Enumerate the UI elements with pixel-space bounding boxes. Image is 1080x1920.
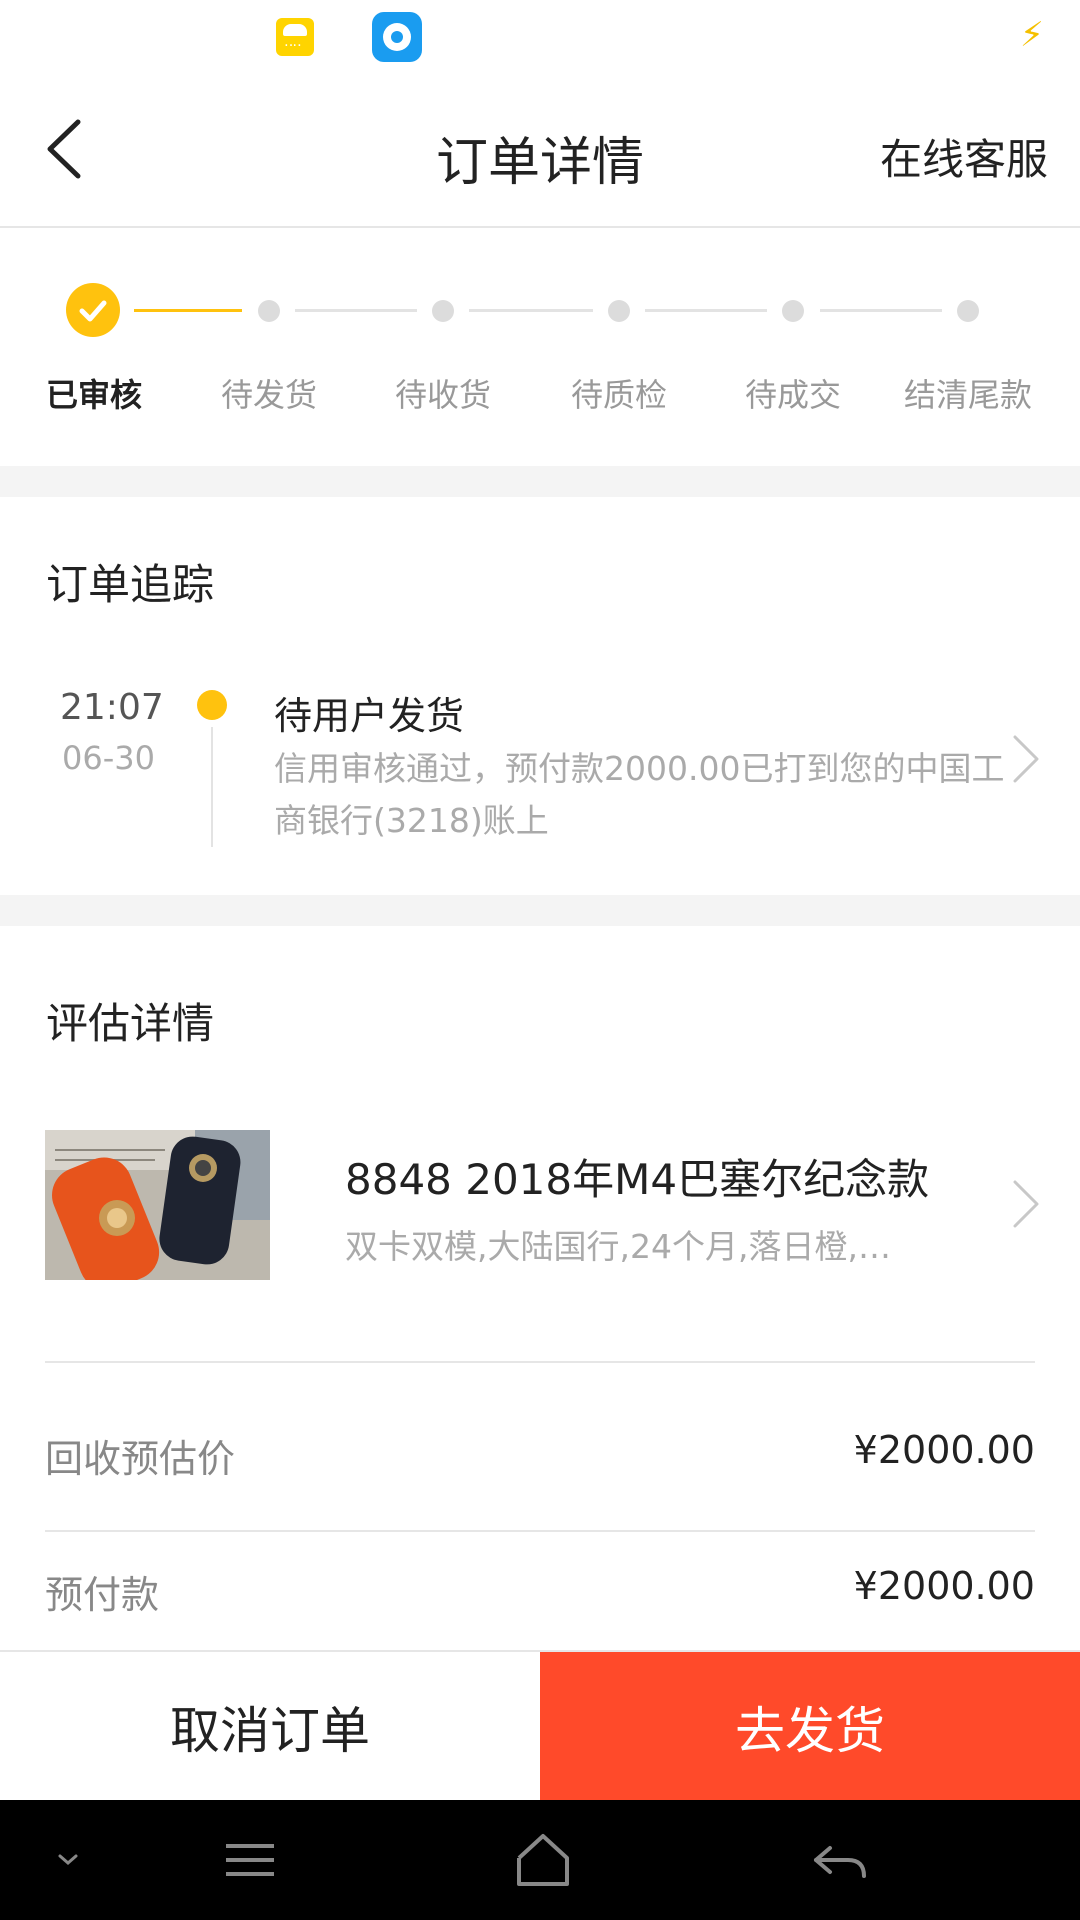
evaluation-section: 评估详情 8848 2018年M4巴塞尔纪念款 双卡双模,大陆国行,24个月,落…	[0, 926, 1080, 1650]
status-bar: ⚡	[0, 0, 1080, 74]
nav-bar: 订单详情 在线客服	[0, 74, 1080, 228]
tracking-title: 订单追踪	[46, 560, 215, 609]
chevron-right-icon[interactable]	[1005, 1174, 1045, 1234]
cancel-order-button[interactable]: 取消订单	[0, 1652, 540, 1802]
check-icon	[66, 283, 120, 337]
tracking-status: 待用户发货	[274, 694, 465, 738]
charging-icon: ⚡	[1020, 15, 1044, 55]
step-dot	[608, 300, 630, 322]
step-label-pending-receive: 待收货	[394, 376, 491, 414]
product-name: 8848 2018年M4巴塞尔纪念款	[345, 1155, 930, 1204]
step-dot	[258, 300, 280, 322]
step-label-settle: 结清尾款	[903, 376, 1032, 414]
chevron-right-icon[interactable]	[1005, 729, 1045, 789]
order-tracking-section: 订单追踪 21:07 06-30 待用户发货 信用审核通过，预付款2000.00…	[0, 497, 1080, 895]
step-label-pending-deal: 待成交	[744, 376, 841, 414]
step-label-reviewed: 已审核	[45, 376, 142, 414]
step-dot	[957, 300, 979, 322]
step-label-pending-inspect: 待质检	[570, 376, 667, 414]
tracking-date: 06-30	[62, 739, 155, 777]
step-connector	[469, 309, 593, 312]
tracking-time: 21:07	[60, 687, 164, 728]
online-service-button[interactable]: 在线客服	[880, 126, 1048, 187]
timeline-line	[211, 727, 213, 847]
prepayment-value: ¥2000.00	[853, 1564, 1035, 1608]
estimated-price-value: ¥2000.00	[853, 1428, 1035, 1472]
prepayment-label: 预付款	[45, 1573, 160, 1617]
step-connector	[645, 309, 767, 312]
estimated-price-label: 回收预估价	[45, 1437, 236, 1481]
ship-button[interactable]: 去发货	[540, 1652, 1080, 1802]
product-spec: 双卡双模,大陆国行,24个月,落日橙,…	[345, 1227, 891, 1266]
step-dot	[782, 300, 804, 322]
app-notification-icon	[372, 12, 422, 62]
step-dot	[432, 300, 454, 322]
order-progress: 已审核 待发货 待收货 待质检 待成交 结清尾款	[0, 228, 1080, 466]
system-navigation-bar	[0, 1800, 1080, 1920]
divider	[45, 1530, 1035, 1532]
back-nav-icon[interactable]	[800, 1830, 880, 1890]
rain-weather-icon	[276, 18, 314, 56]
chevron-down-icon[interactable]	[28, 1830, 108, 1890]
bottom-action-bar: 取消订单 去发货	[0, 1650, 1080, 1802]
product-image	[45, 1130, 270, 1280]
home-icon[interactable]	[503, 1830, 583, 1890]
tracking-description: 信用审核通过，预付款2000.00已打到您的中国工商银行(3218)账上	[274, 749, 1005, 840]
step-connector-active	[134, 309, 242, 312]
timeline-dot	[197, 690, 227, 720]
evaluation-title: 评估详情	[46, 999, 215, 1048]
menu-icon[interactable]	[210, 1830, 290, 1890]
step-label-pending-ship: 待发货	[220, 376, 317, 414]
step-connector	[820, 309, 942, 312]
step-connector	[295, 309, 417, 312]
divider	[45, 1361, 1035, 1363]
